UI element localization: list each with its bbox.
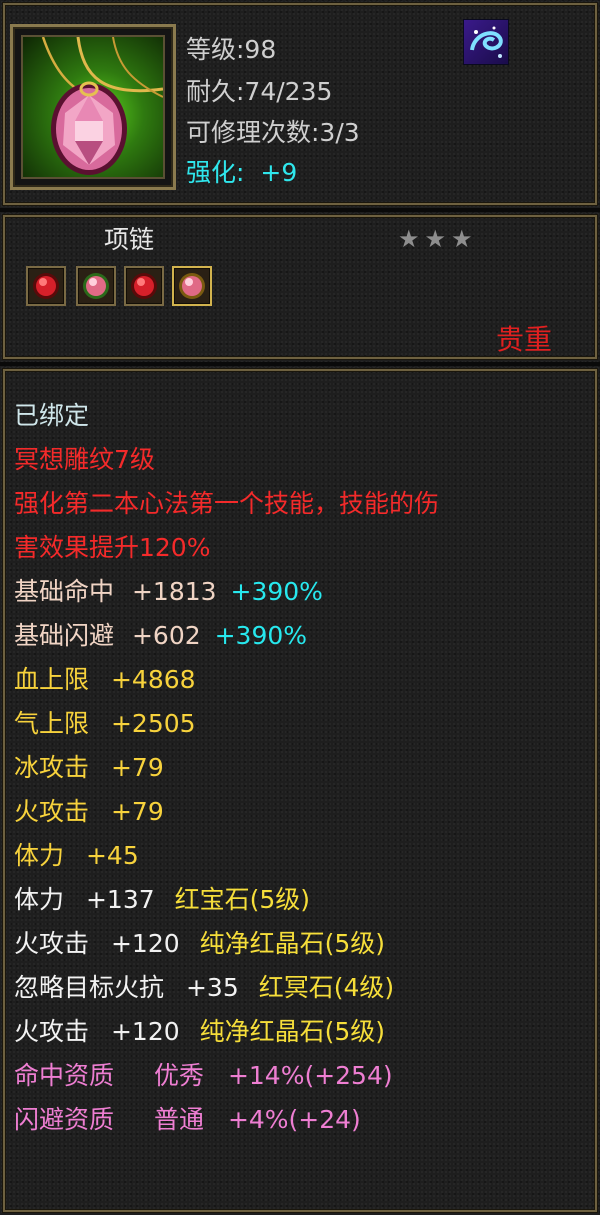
gem-stat-row: 火攻击 +120 纯净红晶石(5级) [14,924,385,960]
repair-count: 可修理次数:3/3 [186,118,360,147]
ruby-gem-icon [131,273,157,299]
stat-name: 基础命中 [14,577,115,606]
enhance-label: 强化: [186,158,245,187]
effect-description-line-1: 强化第二本心法第一个技能，技能的伤 [14,489,440,518]
enhance-level: 强化: +9 [186,153,297,189]
aptitude-grade: 普通 [153,1105,204,1134]
aptitude-name: 闪避资质 [14,1105,115,1134]
attribute-name: 体力 [14,841,65,870]
aptitude-name: 命中资质 [14,1061,115,1090]
attribute-value: +2505 [110,709,196,738]
pink-gem-necklace-icon [21,35,165,179]
gem-stat-value: +137 [85,885,155,914]
attribute-name: 血上限 [14,665,90,694]
base-stat-row: 基础命中 +1813 +390% [14,572,323,608]
aptitude-value: +4%(+24) [227,1105,361,1134]
pink-crystal-gem-icon [83,273,109,299]
socket-slot-1[interactable] [26,266,66,306]
star-rating: ★★★ [398,225,478,253]
aptitude-row: 命中资质 优秀 +14%(+254) [14,1056,393,1092]
engraving-label: 冥想雕纹7级 [14,445,155,474]
gem-stat-row: 忽略目标火抗 +35 红冥石(4级) [14,968,394,1004]
attribute-name: 气上限 [14,709,90,738]
gem-stat-row: 体力 +137 红宝石(5级) [14,880,310,916]
aptitude-grade: 优秀 [153,1061,204,1090]
item-icon-frame[interactable] [10,24,176,190]
rarity-label: 贵重 [496,323,553,356]
effect-description-line-2: 害效果提升120% [14,533,211,562]
attribute-row: 气上限 +2505 [14,704,196,740]
gem-stat-name: 火攻击 [14,929,90,958]
stat-bonus: +390% [214,621,308,650]
socket-slot-2[interactable] [76,266,116,306]
attribute-value: +79 [110,753,164,782]
attribute-row: 血上限 +4868 [14,660,196,696]
bound-status: 已绑定 [14,401,90,430]
star-icon: ★ [398,225,425,253]
pink-crystal-gem-icon [179,273,205,299]
stat-bonus: +390% [230,577,323,606]
attribute-value: +4868 [110,665,196,694]
star-icon: ★ [424,225,452,253]
attribute-row: 火攻击 +79 [14,792,164,828]
item-durability: 耐久:74/235 [186,77,333,106]
base-stat-row: 基础闪避 +602 +390% [14,616,307,652]
gem-stat-value: +120 [110,929,180,958]
item-header-panel: 等级:98 耐久:74/235 可修理次数:3/3 强化: +9 [0,0,600,208]
gem-name: 红冥石(4级) [258,973,395,1002]
star-icon: ★ [451,225,478,253]
aptitude-row: 闪避资质 普通 +4%(+24) [14,1100,361,1136]
stat-value: +1813 [131,577,217,606]
gem-name: 纯净红晶石(5级) [199,929,386,958]
gem-stat-name: 体力 [14,885,65,914]
stat-name: 基础闪避 [14,621,115,650]
gem-name: 红宝石(5级) [174,885,311,914]
gem-stat-name: 忽略目标火抗 [14,973,165,1002]
item-type-label: 项链 [104,225,155,254]
attribute-row: 冰攻击 +79 [14,748,164,784]
gem-stat-value: +35 [185,973,239,1002]
gem-stat-value: +120 [110,1017,180,1046]
attribute-name: 冰攻击 [14,753,90,782]
socket-slot-3[interactable] [124,266,164,306]
aptitude-value: +14%(+254) [227,1061,393,1090]
ruby-gem-icon [33,273,59,299]
attribute-row: 体力 +45 [14,836,139,872]
gem-name: 纯净红晶石(5级) [199,1017,386,1046]
attribute-value: +79 [110,797,164,826]
attribute-value: +45 [85,841,139,870]
attribute-name: 火攻击 [14,797,90,826]
stat-value: +602 [131,621,201,650]
gem-stat-row: 火攻击 +120 纯净红晶石(5级) [14,1012,385,1048]
blue-swirl-badge-icon [463,19,509,65]
item-level: 等级:98 [186,35,277,64]
socket-slot-4[interactable] [172,266,212,306]
enhance-value: +9 [260,158,298,187]
gem-stat-name: 火攻击 [14,1017,90,1046]
